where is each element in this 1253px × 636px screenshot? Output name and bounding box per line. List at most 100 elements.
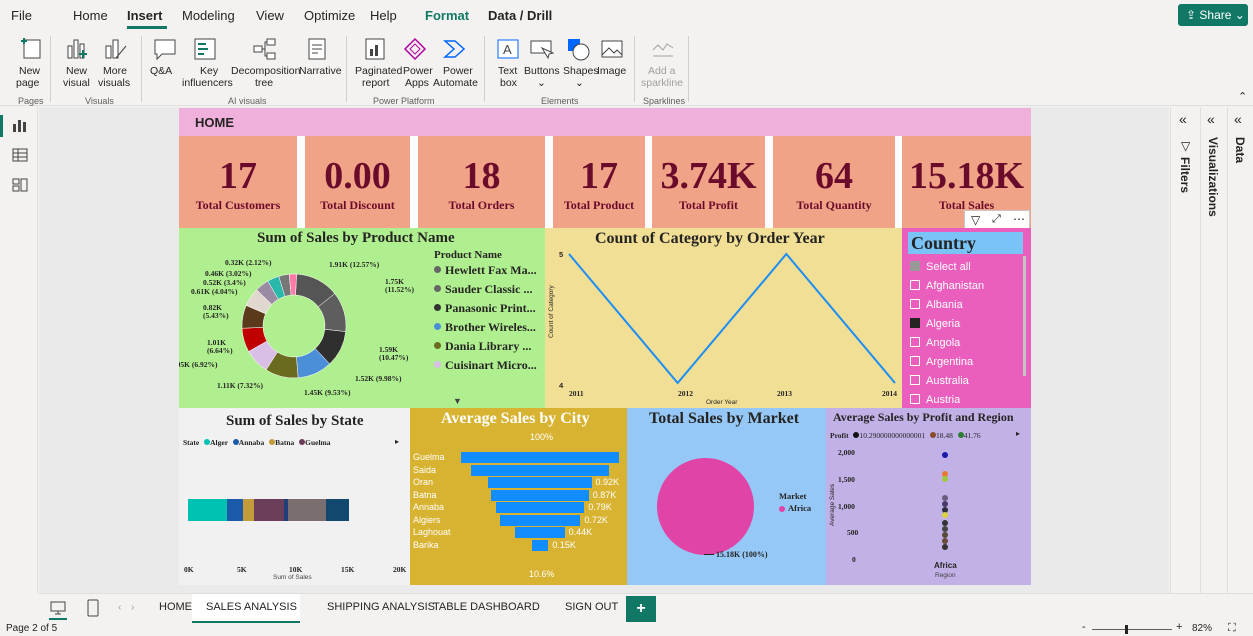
state-bar-visual[interactable]: Sum of Sales by State State Alger Annaba…	[179, 408, 410, 585]
legend-next-icon[interactable]: ▸	[1016, 429, 1020, 438]
menu-insert[interactable]: Insert	[127, 8, 162, 23]
slicer-item[interactable]: Argentina	[910, 356, 973, 368]
scatter-point[interactable]	[942, 512, 948, 518]
zoom-in-icon[interactable]: +	[1176, 621, 1182, 633]
mobile-layout-icon[interactable]	[87, 599, 99, 617]
slicer-item[interactable]: Austria	[910, 394, 960, 408]
slicer-item-label: Angola	[926, 337, 961, 349]
tab-scroll-right-icon[interactable]: ›	[131, 602, 134, 613]
narrative-button[interactable]	[302, 36, 332, 65]
donut-legend-item[interactable]: Cuisinart Micro...	[434, 358, 537, 373]
tab-shipping-analysis[interactable]: SHIPPING ANALYSIS	[327, 601, 435, 613]
slicer-item[interactable]: Angola	[910, 337, 960, 349]
more-visuals-button[interactable]	[100, 36, 130, 65]
menu-file[interactable]: File	[11, 8, 32, 23]
paginated-report-label-2: report	[362, 77, 390, 89]
zoom-slider[interactable]	[1092, 629, 1172, 630]
tab-table-dashboard[interactable]: TABLE DASHBOARD	[433, 601, 540, 613]
scatter-point[interactable]	[942, 544, 948, 550]
state-bar-segment[interactable]	[254, 499, 284, 521]
state-bar-segment[interactable]	[188, 499, 227, 521]
funnel-bar[interactable]	[491, 489, 589, 501]
group-sparklines: Sparklines	[643, 96, 686, 106]
report-view-icon[interactable]	[12, 117, 28, 133]
collapse-data-icon[interactable]: «	[1234, 111, 1242, 127]
slicer-item[interactable]: Australia	[910, 375, 969, 387]
scatter-point[interactable]	[942, 476, 948, 482]
slicer-item[interactable]: Algeria	[910, 318, 960, 330]
collapse-visualizations-icon[interactable]: «	[1207, 111, 1215, 127]
model-view-icon[interactable]	[12, 177, 28, 193]
menu-view[interactable]: View	[256, 8, 284, 23]
visualizations-pane[interactable]: « Visualizations	[1200, 107, 1227, 593]
focus-mode-icon[interactable]: ⤢	[992, 213, 1001, 226]
donut-legend-item[interactable]: Sauder Classic ...	[434, 282, 532, 297]
collapse-ribbon-icon[interactable]: ⌃	[1238, 90, 1247, 103]
funnel-bar[interactable]	[488, 477, 592, 488]
power-apps-button[interactable]	[400, 36, 430, 65]
table-view-icon[interactable]	[12, 147, 28, 163]
tab-home[interactable]: HOME	[159, 601, 192, 613]
donut-legend-item[interactable]: Brother Wireles...	[434, 320, 536, 335]
market-pie-slice[interactable]	[657, 458, 754, 555]
filter-icon[interactable]: ▽	[971, 213, 980, 227]
add-page-button[interactable]: +	[626, 596, 656, 622]
fit-to-page-icon[interactable]: ⛶	[1228, 622, 1236, 635]
scatter-point[interactable]	[942, 452, 948, 458]
funnel-bar[interactable]	[531, 539, 549, 551]
buttons-button[interactable]	[526, 36, 556, 65]
zoom-slider-handle[interactable]	[1125, 625, 1128, 634]
zoom-out-icon[interactable]: -	[1082, 621, 1086, 633]
tab-sign-out[interactable]: SIGN OUT	[565, 601, 618, 613]
add-sparkline-button[interactable]	[648, 36, 678, 65]
paginated-report-button[interactable]	[360, 36, 390, 65]
slicer-item[interactable]: Afghanistan	[910, 280, 984, 292]
slicer-scrollbar[interactable]	[1023, 256, 1026, 376]
funnel-bar[interactable]	[495, 502, 585, 513]
funnel-bar[interactable]	[461, 452, 619, 463]
donut-legend-item[interactable]: Hewlett Fax Ma...	[434, 263, 537, 278]
decomposition-tree-button[interactable]	[250, 36, 280, 65]
funnel-bar[interactable]	[499, 514, 581, 526]
scroll-down-icon[interactable]: ▼	[453, 396, 462, 406]
slicer-item[interactable]: Select all	[910, 261, 971, 273]
funnel-bar[interactable]	[515, 527, 565, 538]
donut-legend-item[interactable]: Dania Library ...	[434, 339, 531, 354]
desktop-layout-icon[interactable]	[50, 600, 66, 616]
new-page-button[interactable]	[18, 36, 46, 63]
scatter-visual[interactable]: Average Sales by Profit and Region Profi…	[826, 408, 1031, 585]
tab-sales-analysis-active[interactable]: SALES ANALYSIS	[192, 594, 300, 624]
state-bar-segment[interactable]	[288, 499, 326, 521]
collapse-filters-icon[interactable]: «	[1179, 111, 1187, 127]
state-bar-segment[interactable]	[227, 499, 243, 521]
donut-label: (5.43%)	[203, 311, 229, 320]
menu-help[interactable]: Help	[370, 8, 397, 23]
market-pie-visual[interactable]: Total Sales by Market Market Africa 15.1…	[627, 408, 826, 585]
state-bar-segment[interactable]	[326, 499, 349, 521]
qa-button[interactable]	[150, 36, 180, 65]
donut-legend-item[interactable]: Panasonic Print...	[434, 301, 536, 316]
menu-format[interactable]: Format	[425, 8, 469, 23]
menu-home[interactable]: Home	[73, 8, 108, 23]
menu-optimize[interactable]: Optimize	[304, 8, 355, 23]
legend-next-icon[interactable]: ▸	[395, 437, 399, 446]
kpi-value: 15.18K	[908, 155, 1025, 197]
line-series[interactable]	[568, 252, 896, 385]
menu-modeling[interactable]: Modeling	[182, 8, 235, 23]
tab-scroll-left-icon[interactable]: ‹	[118, 602, 121, 613]
shapes-button[interactable]	[563, 36, 593, 65]
legend-dot-icon	[434, 361, 441, 368]
more-options-icon[interactable]: ⋯	[1013, 212, 1025, 226]
image-button[interactable]	[597, 36, 627, 65]
key-influencers-button[interactable]	[190, 36, 220, 65]
new-visual-button[interactable]	[62, 36, 92, 65]
data-pane[interactable]: « Data	[1227, 107, 1253, 593]
filters-pane[interactable]: « ▽ Filters	[1170, 107, 1200, 593]
funnel-bar[interactable]	[470, 464, 610, 476]
slicer-item[interactable]: Albania	[910, 299, 963, 311]
share-button[interactable]: ⇪ Share ⌄	[1178, 4, 1248, 26]
power-automate-button[interactable]	[440, 36, 470, 65]
text-box-button[interactable]: A	[494, 36, 522, 65]
state-bar-segment[interactable]	[243, 499, 254, 521]
menu-data-drill[interactable]: Data / Drill	[488, 8, 552, 23]
